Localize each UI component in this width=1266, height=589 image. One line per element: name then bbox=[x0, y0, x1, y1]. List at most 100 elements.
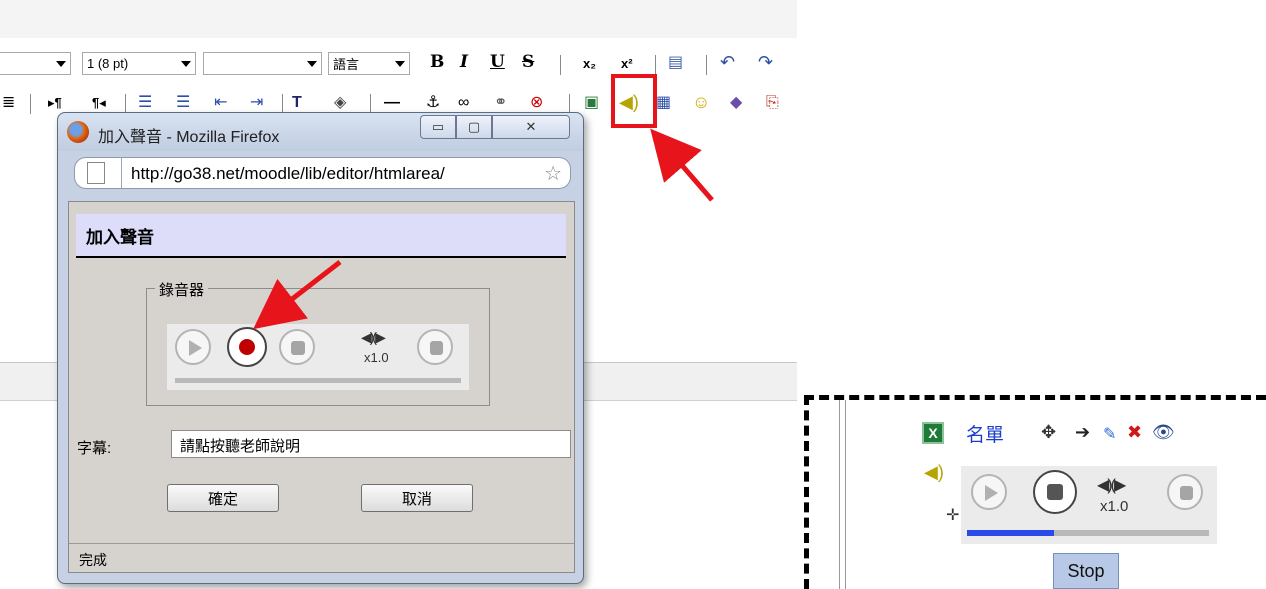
horizontal-rule-icon[interactable]: — bbox=[384, 93, 400, 113]
save-button[interactable] bbox=[417, 329, 453, 365]
link-icon[interactable]: ∞ bbox=[458, 93, 469, 113]
indent-right-icon[interactable]: ➔ bbox=[1075, 422, 1090, 443]
stop-button[interactable] bbox=[1033, 470, 1077, 514]
paste-icon[interactable]: ⎘ bbox=[766, 93, 779, 113]
unlink-icon[interactable]: ⚭ bbox=[494, 93, 507, 113]
speed-control-icon[interactable]: ◀)(▶ bbox=[1097, 475, 1126, 495]
save-icon bbox=[1180, 486, 1193, 500]
ok-button[interactable]: 確定 bbox=[167, 484, 279, 512]
roster-link[interactable]: 名單 bbox=[966, 420, 1004, 447]
add-sound-popup-window: 加入聲音 - Mozilla Firefox ▭ ▢ ✕ http://go38… bbox=[57, 112, 584, 584]
clean-word-icon[interactable]: ▤ bbox=[668, 53, 683, 73]
editor-top-strip bbox=[0, 0, 797, 38]
course-result-inset: X 名單 ✥ ➔ ✎ ✖ 👁 ◀) ✛ ◀)(▶ x1.0 Stop bbox=[804, 395, 1266, 589]
smiley-icon[interactable]: ☺ bbox=[692, 92, 710, 112]
indent-icon[interactable]: ⇥ bbox=[250, 93, 263, 113]
underline-button[interactable]: U bbox=[490, 52, 505, 72]
font-size-select[interactable]: 1 (8 pt) bbox=[82, 52, 196, 75]
chevron-down-icon bbox=[307, 61, 317, 67]
outdent-icon[interactable]: ⇤ bbox=[214, 93, 227, 113]
popup-titlebar[interactable]: 加入聲音 - Mozilla Firefox ▭ ▢ ✕ bbox=[58, 113, 583, 151]
bold-button[interactable]: B bbox=[430, 52, 444, 72]
toolbar-separator bbox=[569, 94, 570, 114]
toolbar-separator bbox=[282, 94, 283, 114]
inset-divider bbox=[839, 400, 840, 589]
caption-label: 字幕: bbox=[77, 440, 112, 457]
toolbar-separator bbox=[706, 55, 707, 75]
record-icon bbox=[239, 339, 255, 355]
move-icon[interactable]: ✥ bbox=[1041, 422, 1056, 443]
insert-image-icon[interactable]: ▣ bbox=[584, 93, 599, 113]
unordered-list-icon[interactable]: ☰ bbox=[176, 93, 190, 113]
save-button[interactable] bbox=[1167, 474, 1203, 510]
chevron-down-icon bbox=[395, 61, 405, 67]
delete-icon[interactable]: ✖ bbox=[1127, 422, 1142, 443]
chevron-down-icon bbox=[181, 61, 191, 67]
cancel-button[interactable]: 取消 bbox=[361, 484, 473, 512]
anchor-icon[interactable]: ⚓ bbox=[426, 93, 440, 113]
special-char-icon[interactable]: ◆ bbox=[730, 93, 742, 113]
url-bar[interactable]: http://go38.net/moodle/lib/editor/htmlar… bbox=[74, 157, 571, 189]
chevron-down-icon bbox=[56, 61, 66, 67]
audio-player: ◀)(▶ x1.0 bbox=[961, 466, 1217, 544]
subscript-button[interactable]: x₂ bbox=[583, 54, 596, 74]
ltr-icon[interactable]: ▸¶ bbox=[48, 93, 62, 113]
superscript-button[interactable]: x² bbox=[621, 54, 633, 74]
url-text: http://go38.net/moodle/lib/editor/htmlar… bbox=[131, 164, 445, 183]
font-family-select[interactable] bbox=[0, 52, 71, 75]
justify-full-icon[interactable]: ≣ bbox=[2, 93, 15, 113]
stop-icon bbox=[291, 341, 305, 355]
save-icon bbox=[430, 341, 443, 355]
speed-value: x1.0 bbox=[364, 350, 389, 365]
minimize-button[interactable]: ▭ bbox=[420, 115, 456, 139]
speed-control-icon[interactable]: ◀)(▶ bbox=[361, 329, 386, 346]
status-bar: 完成 bbox=[69, 543, 574, 572]
ordered-list-icon[interactable]: ☰ bbox=[138, 93, 152, 113]
bg-color-icon[interactable]: ◈ bbox=[334, 93, 346, 113]
redo-icon[interactable]: ↷ bbox=[758, 52, 773, 72]
toolbar-separator bbox=[655, 55, 656, 75]
speaker-button-highlight bbox=[611, 74, 657, 128]
toolbar-separator bbox=[560, 55, 561, 75]
nolink-icon[interactable]: ⊗ bbox=[530, 93, 543, 113]
edit-icon[interactable]: ✎ bbox=[1103, 424, 1116, 444]
rtl-icon[interactable]: ¶◂ bbox=[92, 93, 106, 113]
record-button[interactable] bbox=[227, 327, 267, 367]
close-button[interactable]: ✕ bbox=[492, 115, 570, 139]
play-button[interactable] bbox=[971, 474, 1007, 510]
font-size-value: 1 (8 pt) bbox=[87, 56, 129, 71]
format-select[interactable] bbox=[203, 52, 322, 75]
maximize-button[interactable]: ▢ bbox=[456, 115, 492, 139]
bookmark-star-icon[interactable]: ☆ bbox=[544, 161, 562, 186]
recorder-fieldset: 錄音器 ◀)(▶ x1.0 bbox=[146, 279, 490, 406]
playback-progress-fill bbox=[967, 530, 1055, 536]
page-icon bbox=[87, 162, 105, 184]
stop-button[interactable] bbox=[279, 329, 315, 365]
speaker-icon: ◀) bbox=[924, 462, 944, 482]
audio-recorder: ◀)(▶ x1.0 bbox=[167, 324, 469, 390]
firefox-icon bbox=[67, 121, 89, 143]
stop-text-button[interactable]: Stop bbox=[1053, 553, 1119, 589]
italic-button[interactable]: I bbox=[460, 52, 468, 72]
speed-value: x1.0 bbox=[1100, 498, 1129, 515]
excel-icon: X bbox=[922, 422, 944, 444]
dialog-title: 加入聲音 bbox=[76, 214, 566, 258]
play-icon bbox=[985, 485, 998, 501]
inset-divider bbox=[845, 400, 846, 589]
visibility-eye-icon[interactable]: 👁 bbox=[1152, 422, 1175, 443]
move-handle-icon[interactable]: ✛ bbox=[946, 505, 959, 525]
undo-icon[interactable]: ↶ bbox=[720, 52, 735, 72]
toolbar-separator bbox=[125, 94, 126, 114]
play-button[interactable] bbox=[175, 329, 211, 365]
recorder-progress-bar[interactable] bbox=[175, 378, 461, 383]
language-select[interactable]: 語言 bbox=[328, 52, 410, 75]
playback-progress-bar[interactable] bbox=[967, 530, 1209, 536]
strikethrough-button[interactable]: S bbox=[522, 52, 534, 72]
window-title: 加入聲音 - Mozilla Firefox bbox=[98, 129, 280, 146]
url-separator bbox=[121, 158, 122, 188]
play-icon bbox=[189, 340, 202, 356]
toolbar-separator bbox=[370, 94, 371, 114]
caption-input[interactable]: 請點按聽老師說明 bbox=[171, 430, 571, 458]
text-color-icon[interactable]: T bbox=[292, 93, 302, 113]
insert-table-icon[interactable]: ▦ bbox=[656, 93, 671, 113]
